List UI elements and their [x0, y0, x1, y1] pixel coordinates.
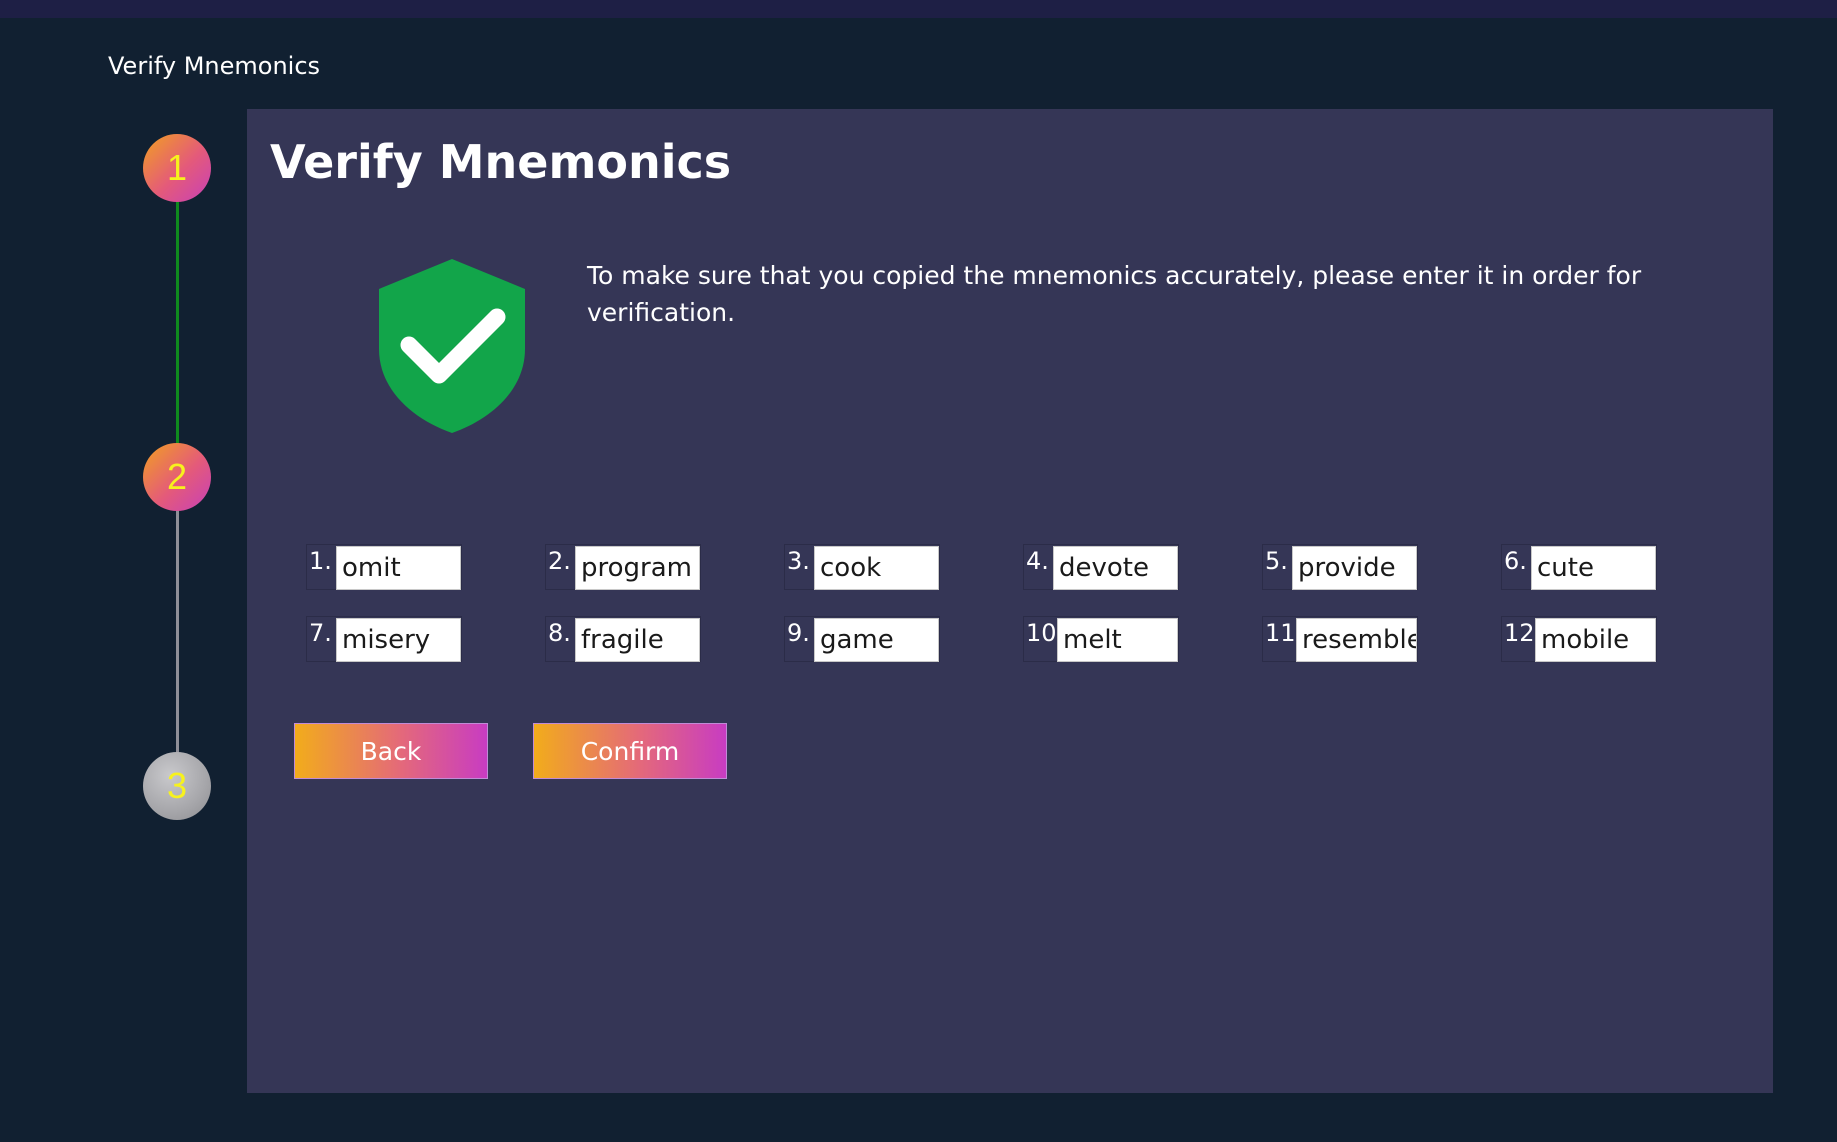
- back-button[interactable]: Back: [294, 723, 488, 779]
- mnemonic-word-10: 10 melt: [1023, 616, 1179, 662]
- word-input-12[interactable]: mobile: [1535, 618, 1656, 662]
- mnemonic-word-6: 6. cute: [1501, 544, 1657, 590]
- page-title: Verify Mnemonics: [270, 135, 732, 189]
- window-top-strip: [0, 0, 1837, 18]
- word-input-11[interactable]: resemble: [1296, 618, 1417, 662]
- word-number: 7.: [309, 619, 332, 647]
- word-input-7[interactable]: misery: [336, 618, 461, 662]
- instructions-text: To make sure that you copied the mnemoni…: [587, 261, 1642, 327]
- word-input-9[interactable]: game: [814, 618, 939, 662]
- window-title: Verify Mnemonics: [108, 52, 321, 80]
- word-input-10[interactable]: melt: [1057, 618, 1178, 662]
- word-input-4[interactable]: devote: [1053, 546, 1178, 590]
- confirm-button[interactable]: Confirm: [533, 723, 727, 779]
- step-connector-completed: [176, 200, 179, 446]
- mnemonic-word-3: 3. cook: [784, 544, 940, 590]
- word-number: 4.: [1026, 547, 1049, 575]
- mnemonic-word-12: 12 mobile: [1501, 616, 1657, 662]
- mnemonic-grid: 1. omit 2. program 3. cook 4. devote 5. …: [306, 544, 1726, 694]
- word-input-3[interactable]: cook: [814, 546, 939, 590]
- word-number: 5.: [1265, 547, 1288, 575]
- step-2: 2: [143, 443, 211, 511]
- step-1: 1: [143, 134, 211, 202]
- shield-check-icon: [379, 259, 525, 433]
- word-number: 1.: [309, 547, 332, 575]
- mnemonic-word-4: 4. devote: [1023, 544, 1179, 590]
- mnemonic-word-1: 1. omit: [306, 544, 462, 590]
- step-connector-pending: [176, 510, 179, 756]
- word-input-2[interactable]: program: [575, 546, 700, 590]
- word-input-5[interactable]: provide: [1292, 546, 1417, 590]
- word-number: 10: [1026, 619, 1057, 647]
- mnemonic-word-11: 11 resemble: [1262, 616, 1418, 662]
- step-3: 3: [143, 752, 211, 820]
- word-number: 6.: [1504, 547, 1527, 575]
- word-number: 9.: [787, 619, 810, 647]
- word-input-6[interactable]: cute: [1531, 546, 1656, 590]
- mnemonic-word-7: 7. misery: [306, 616, 462, 662]
- mnemonic-word-8: 8. fragile: [545, 616, 701, 662]
- verify-panel: Verify Mnemonics To make sure that you c…: [247, 109, 1773, 1093]
- mnemonic-word-9: 9. game: [784, 616, 940, 662]
- word-number: 2.: [548, 547, 571, 575]
- word-input-1[interactable]: omit: [336, 546, 461, 590]
- word-number: 3.: [787, 547, 810, 575]
- word-input-8[interactable]: fragile: [575, 618, 700, 662]
- word-number: 8.: [548, 619, 571, 647]
- word-number: 11: [1265, 619, 1296, 647]
- mnemonic-word-5: 5. provide: [1262, 544, 1418, 590]
- word-number: 12: [1504, 619, 1535, 647]
- mnemonic-word-2: 2. program: [545, 544, 701, 590]
